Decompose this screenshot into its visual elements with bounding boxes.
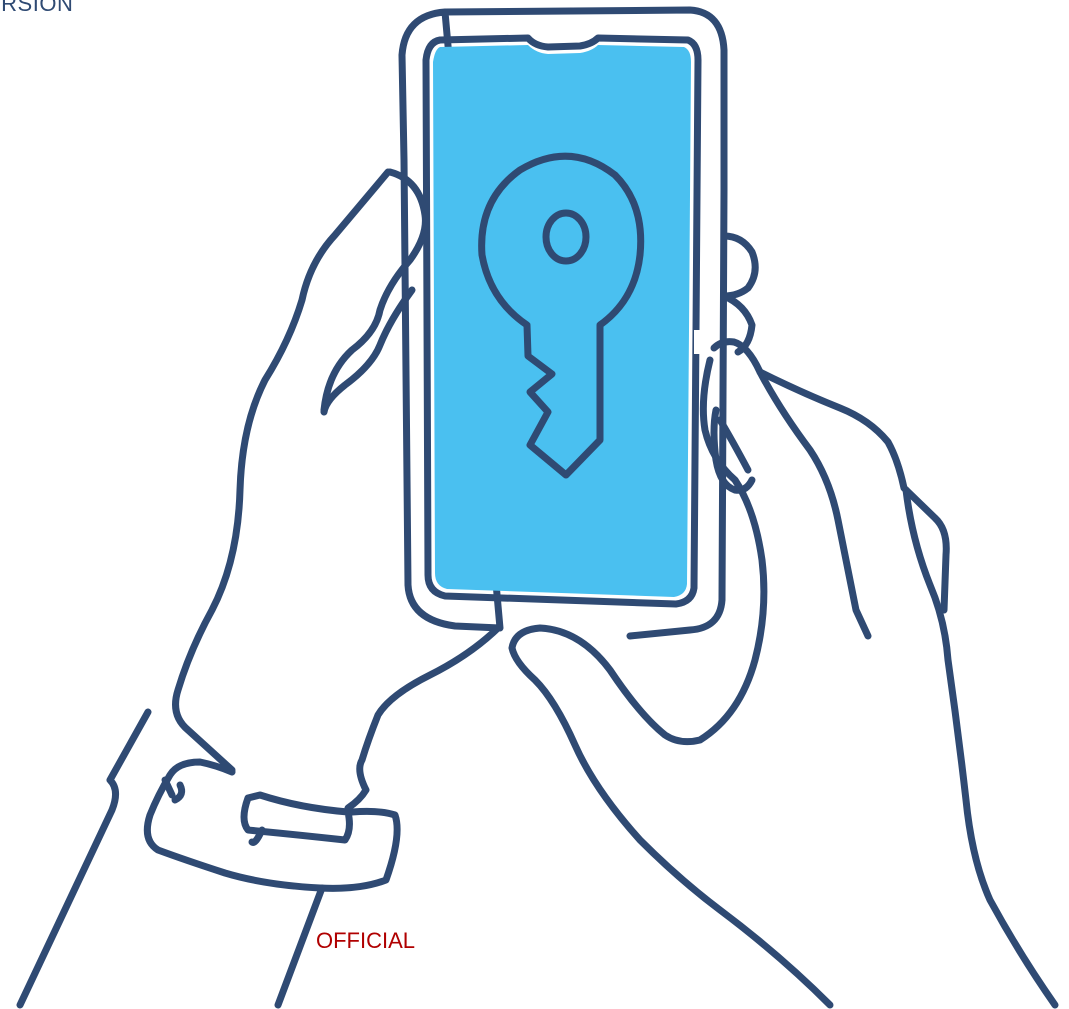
left-sleeve-line-upper	[16, 708, 152, 1009]
phone-screen	[433, 45, 691, 597]
left-hand-outline	[172, 168, 392, 774]
left-wrist	[344, 624, 502, 812]
right-finger-top	[720, 232, 759, 300]
classification-label: OFFICIAL	[316, 928, 416, 953]
hands-phone-illustration	[16, 6, 1059, 1009]
left-thumb-detail	[320, 286, 416, 416]
right-hand-side	[902, 486, 1059, 1009]
left-sleeve-fold	[161, 776, 186, 804]
right-hand-back	[756, 368, 950, 614]
illustration-canvas: ERSION	[0, 0, 1069, 1009]
